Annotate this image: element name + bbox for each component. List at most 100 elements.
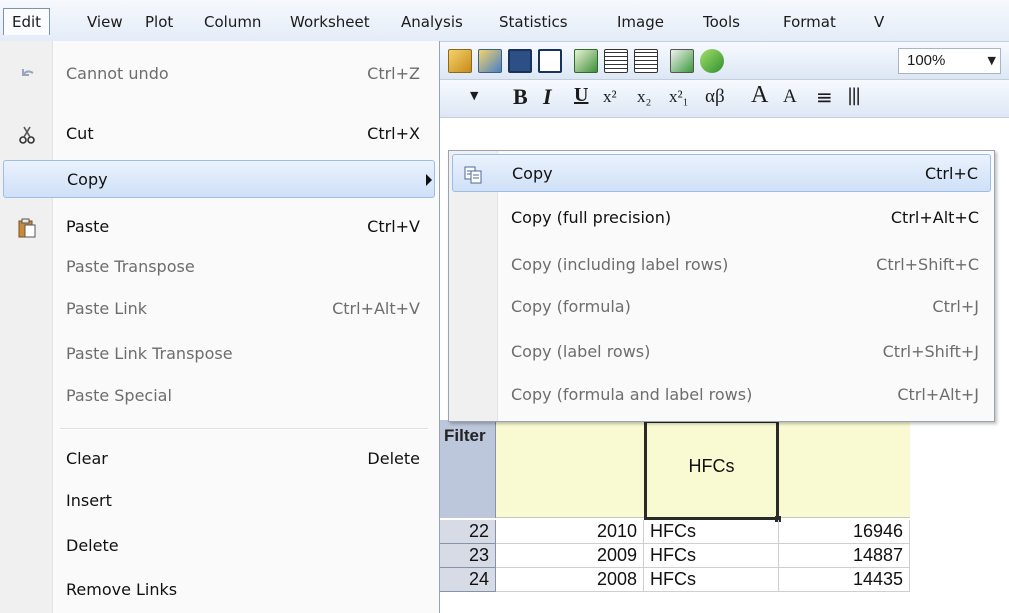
menu-item-paste[interactable]: Paste Ctrl+V bbox=[3, 208, 435, 246]
menu-item-paste-special[interactable]: Paste Special bbox=[3, 377, 435, 415]
menu-item-paste-link-transpose[interactable]: Paste Link Transpose bbox=[3, 335, 435, 373]
submenu-item-copy-formula[interactable]: Copy (formula) Ctrl+J bbox=[452, 288, 991, 326]
menu-item-label: Copy bbox=[67, 170, 108, 189]
menu-tools[interactable]: Tools bbox=[703, 10, 740, 34]
menu-item-label: Paste Link Transpose bbox=[66, 344, 233, 363]
superscript-icon[interactable]: x² bbox=[603, 87, 617, 107]
cell-gas[interactable]: HFCs bbox=[644, 568, 779, 592]
menu-item-undo[interactable]: Cannot undo Ctrl+Z bbox=[3, 55, 435, 93]
origin-window: Edit View Plot Column Worksheet Analysis… bbox=[0, 0, 1009, 613]
submenu-item-copy-label-rows[interactable]: Copy (label rows) Ctrl+Shift+J bbox=[452, 333, 991, 371]
cell-gas[interactable]: HFCs bbox=[644, 520, 779, 544]
menu-worksheet[interactable]: Worksheet bbox=[290, 10, 370, 34]
decrease-font-icon[interactable]: A bbox=[783, 86, 797, 108]
submenu-item-copy-formula-and-label-rows[interactable]: Copy (formula and label rows) Ctrl+Alt+J bbox=[452, 376, 991, 414]
menu-window[interactable]: V bbox=[874, 10, 884, 34]
clipboard-icon bbox=[18, 218, 36, 238]
greek-button[interactable]: αβ bbox=[705, 86, 725, 108]
open-project-icon[interactable] bbox=[478, 49, 502, 73]
menu-item-label: Cannot undo bbox=[66, 64, 169, 83]
submenu-item-label: Copy (label rows) bbox=[511, 342, 651, 361]
cell-year[interactable]: 2010 bbox=[496, 520, 644, 544]
menu-item-label: Clear bbox=[66, 449, 108, 468]
increase-font-icon[interactable]: A bbox=[751, 82, 768, 109]
menu-format[interactable]: Format bbox=[783, 10, 836, 34]
chevron-down-icon: ▼ bbox=[987, 54, 996, 67]
menu-item-label: Remove Links bbox=[66, 580, 178, 599]
align-icon[interactable]: ≡ bbox=[816, 85, 833, 109]
menu-item-remove-links[interactable]: Remove Links bbox=[3, 571, 435, 609]
filter-header: Filter bbox=[440, 420, 496, 518]
table-row: 22 2010 HFCs 16946 bbox=[440, 520, 910, 544]
menu-item-shortcut: Ctrl+X bbox=[367, 124, 420, 143]
filter-label: Filter bbox=[444, 426, 486, 445]
submenu-item-copy-including-label-rows[interactable]: Copy (including label rows) Ctrl+Shift+C bbox=[452, 246, 991, 284]
submenu-item-label: Copy bbox=[512, 164, 553, 183]
submenu-item-copy-full-precision[interactable]: Copy (full precision) Ctrl+Alt+C bbox=[452, 199, 991, 237]
submenu-item-shortcut: Ctrl+J bbox=[932, 297, 979, 316]
table-row: 23 2009 HFCs 14887 bbox=[440, 544, 910, 568]
menu-item-delete[interactable]: Delete bbox=[3, 527, 435, 565]
import-ascii-icon[interactable] bbox=[604, 49, 628, 73]
zoom-combo[interactable]: 100% ▼ bbox=[898, 48, 1001, 74]
menu-item-insert[interactable]: Insert bbox=[3, 482, 435, 520]
submenu-item-label: Copy (formula and label rows) bbox=[511, 385, 753, 404]
copy-icon bbox=[464, 166, 482, 184]
recalculate-icon[interactable] bbox=[700, 49, 724, 73]
cell-gas[interactable]: HFCs bbox=[644, 544, 779, 568]
menu-bar: Edit View Plot Column Worksheet Analysis… bbox=[0, 0, 1009, 42]
menu-item-copy[interactable]: Copy bbox=[3, 160, 435, 198]
submenu-item-copy[interactable]: Copy Ctrl+C bbox=[452, 154, 991, 192]
italic-button[interactable]: I bbox=[543, 84, 552, 110]
barcode-icon[interactable]: ||| bbox=[847, 85, 861, 106]
cell-amount[interactable]: 14435 bbox=[779, 568, 910, 592]
menu-item-label: Paste Special bbox=[66, 386, 172, 405]
menu-statistics[interactable]: Statistics bbox=[499, 10, 568, 34]
row-header[interactable]: 22 bbox=[440, 520, 496, 544]
submenu-item-label: Copy (full precision) bbox=[511, 208, 672, 227]
import-multiple-ascii-icon[interactable] bbox=[634, 49, 658, 73]
cell-year[interactable]: 2009 bbox=[496, 544, 644, 568]
menu-item-paste-link[interactable]: Paste Link Ctrl+Alt+V bbox=[3, 290, 435, 328]
save-window-icon[interactable] bbox=[538, 49, 562, 73]
selected-cell[interactable]: HFCs bbox=[644, 420, 781, 522]
menu-plot[interactable]: Plot bbox=[145, 10, 173, 34]
row-header[interactable]: 24 bbox=[440, 568, 496, 592]
menu-item-label: Paste Link bbox=[66, 299, 148, 318]
duplicate-icon[interactable] bbox=[670, 49, 694, 73]
submenu-item-shortcut: Ctrl+Alt+J bbox=[897, 385, 979, 404]
subscript-icon[interactable]: x₂ bbox=[637, 87, 651, 107]
menu-view[interactable]: View bbox=[87, 10, 123, 34]
menu-separator bbox=[60, 428, 428, 430]
underline-button[interactable]: U bbox=[574, 84, 588, 107]
zoom-value: 100% bbox=[907, 52, 946, 69]
menu-item-shortcut: Delete bbox=[367, 449, 420, 468]
submenu-item-shortcut: Ctrl+Shift+J bbox=[882, 342, 979, 361]
selected-cell-value: HFCs bbox=[688, 456, 735, 476]
menu-item-shortcut: Ctrl+Z bbox=[367, 64, 420, 83]
open-template-icon[interactable] bbox=[448, 49, 472, 73]
import-icon[interactable] bbox=[574, 49, 598, 73]
cell-year[interactable]: 2008 bbox=[496, 568, 644, 592]
bold-button[interactable]: B bbox=[513, 84, 528, 110]
menu-item-cut[interactable]: Cut Ctrl+X bbox=[3, 115, 435, 153]
menu-analysis[interactable]: Analysis bbox=[401, 10, 463, 34]
save-project-icon[interactable] bbox=[508, 49, 532, 73]
menu-edit[interactable]: Edit bbox=[3, 8, 51, 35]
undo-icon bbox=[22, 69, 34, 76]
menu-item-label: Paste bbox=[66, 217, 110, 236]
worksheet: Filter HFCs 22 2010 HFCs 16946 23 2009 H… bbox=[440, 420, 1009, 613]
cell-amount[interactable]: 14887 bbox=[779, 544, 910, 568]
menu-image[interactable]: Image bbox=[617, 10, 664, 34]
submenu-item-shortcut: Ctrl+Shift+C bbox=[876, 255, 979, 274]
row-header[interactable]: 23 bbox=[440, 544, 496, 568]
menu-item-clear[interactable]: Clear Delete bbox=[3, 440, 435, 478]
table-row: 24 2008 HFCs 14435 bbox=[440, 568, 910, 592]
menu-item-paste-transpose[interactable]: Paste Transpose bbox=[3, 248, 435, 286]
supersubscript-icon[interactable]: x²₁ bbox=[669, 87, 689, 107]
menu-column[interactable]: Column bbox=[204, 10, 261, 34]
copy-submenu: Copy Ctrl+C Copy (full precision) Ctrl+A… bbox=[448, 150, 995, 422]
submenu-item-shortcut: Ctrl+Alt+C bbox=[890, 208, 979, 227]
font-size-dropdown-icon[interactable]: ▼ bbox=[470, 89, 478, 102]
cell-amount[interactable]: 16946 bbox=[779, 520, 910, 544]
